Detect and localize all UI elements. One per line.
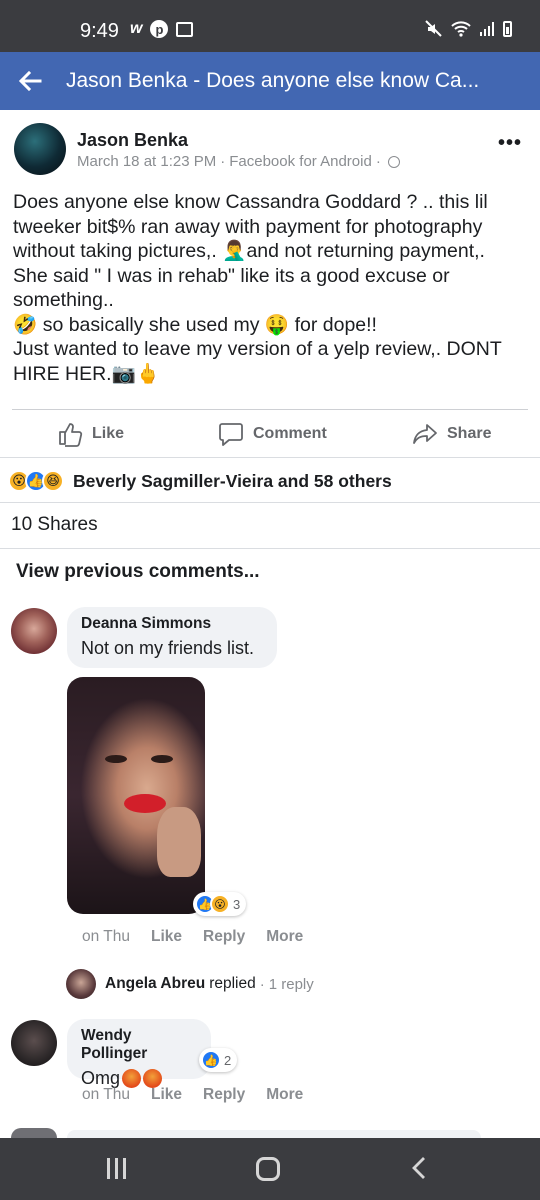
reply-avatar (66, 969, 96, 999)
nav-back-icon[interactable] (405, 1153, 435, 1183)
reply-count: 1 reply (268, 975, 314, 993)
pinterest-icon: p (150, 20, 169, 38)
image-icon (176, 21, 194, 37)
comment-reactions-badge[interactable]: 👍 😮 3 (193, 892, 247, 916)
post-action-bar: Like Comment Share (12, 409, 528, 457)
recent-apps-icon[interactable] (107, 1158, 126, 1179)
reply-separator: · (259, 975, 265, 993)
post-meta: March 18 at 1:23 PM · Facebook for Andro… (77, 153, 400, 170)
shares-count[interactable]: 10 Shares (11, 514, 98, 536)
wow-reaction-icon: 😮 (210, 894, 230, 914)
replies-preview[interactable]: Angela Abreu replied · 1 reply (66, 968, 314, 1000)
replied-label: replied (209, 975, 256, 992)
post-text-line: 🤣 so basically she used my 🤑 for dope!! (13, 313, 377, 336)
commenter-avatar[interactable] (11, 608, 57, 654)
photo-detail (105, 755, 127, 763)
reactions-summary[interactable]: 😮 👍 😆 Beverly Sagmiller-Vieira and 58 ot… (8, 466, 392, 496)
comment-text: Not on my friends list. (81, 638, 255, 658)
share-label: Share (447, 425, 492, 442)
page-title: Jason Benka - Does anyone else know Ca..… (66, 69, 480, 92)
view-previous-comments-link[interactable]: View previous comments... (16, 561, 260, 583)
comment-bubble: Wendy Pollinger Omg (67, 1019, 211, 1088)
post-header: Jason Benka March 18 at 1:23 PM · Facebo… (0, 120, 540, 180)
status-time: 9:49 (80, 20, 119, 42)
comment-button[interactable]: Comment (218, 421, 327, 447)
commenter-avatar[interactable] (11, 1020, 57, 1066)
meta-separator: · (375, 153, 381, 170)
comment-time: on Thu (82, 928, 130, 945)
comment-actions: on Thu Like Reply More (82, 928, 303, 946)
globe-icon (387, 155, 400, 168)
app-bar: Jason Benka - Does anyone else know Ca..… (0, 52, 540, 110)
divider (0, 548, 540, 549)
commenter-name[interactable]: Deanna Simmons (81, 615, 263, 633)
comment-photo[interactable] (67, 677, 205, 914)
w-app-icon: w (130, 20, 143, 37)
mute-icon (425, 20, 442, 37)
back-arrow-icon[interactable] (14, 65, 46, 97)
author-avatar[interactable] (14, 123, 66, 175)
photo-detail (124, 794, 166, 813)
share-button[interactable]: Share (412, 421, 491, 447)
status-notification-icons: w p (130, 20, 194, 38)
post-body: Does anyone else know Cassandra Goddard … (13, 190, 525, 386)
home-icon[interactable] (256, 1157, 280, 1181)
comment-bubble (67, 1130, 481, 1138)
reply-author-name: Angela Abreu (105, 975, 206, 992)
system-navigation-bar (0, 1138, 540, 1200)
comment-more-button[interactable]: More (266, 928, 303, 946)
post-source: Facebook for Android (229, 153, 372, 170)
comment-time: on Thu (82, 1086, 130, 1103)
battery-icon (503, 21, 512, 37)
wifi-icon (451, 21, 471, 37)
like-reaction-icon: 👍 (201, 1050, 221, 1070)
post-date[interactable]: March 18 at 1:23 PM (77, 153, 216, 170)
post-text-line: Just wanted to leave my version of a yel… (13, 338, 502, 385)
signal-icon (480, 22, 494, 36)
status-system-icons (425, 20, 512, 38)
status-bar: 9:49 w p (0, 0, 540, 52)
post-author-name[interactable]: Jason Benka (77, 130, 188, 151)
comment-more-button[interactable]: More (266, 1086, 303, 1104)
haha-reaction-icon: 😆 (42, 470, 64, 492)
share-arrow-icon (413, 424, 437, 444)
divider (0, 502, 540, 503)
comment-like-button[interactable]: Like (151, 1086, 182, 1104)
photo-detail (157, 807, 201, 877)
comment-label: Comment (253, 425, 327, 442)
like-button[interactable]: Like (57, 421, 124, 447)
comment-reply-button[interactable]: Reply (203, 1086, 245, 1104)
more-options-icon[interactable]: ••• (498, 132, 522, 155)
next-comment-partial (11, 1128, 481, 1138)
meta-separator: · (220, 153, 226, 170)
comment-reactions-badge[interactable]: 👍 2 (199, 1048, 238, 1072)
thumbs-up-icon (59, 423, 83, 447)
divider (0, 457, 540, 458)
comment-reaction-count: 2 (224, 1052, 232, 1068)
like-label: Like (92, 425, 125, 442)
comment-like-button[interactable]: Like (151, 928, 182, 946)
comment-reply-button[interactable]: Reply (203, 928, 245, 946)
commenter-avatar (11, 1128, 57, 1138)
reactions-summary-text: Beverly Sagmiller-Vieira and 58 others (73, 470, 392, 491)
comment-bubble: Deanna Simmons Not on my friends list. (67, 607, 277, 668)
commenter-name[interactable]: Wendy Pollinger (81, 1027, 197, 1063)
photo-detail (151, 755, 173, 763)
post-text-line: Does anyone else know Cassandra Goddard … (13, 191, 488, 311)
comment-reaction-count: 3 (233, 896, 241, 912)
comment-bubble-icon (219, 423, 243, 446)
comment-actions: on Thu Like Reply More (82, 1086, 303, 1104)
